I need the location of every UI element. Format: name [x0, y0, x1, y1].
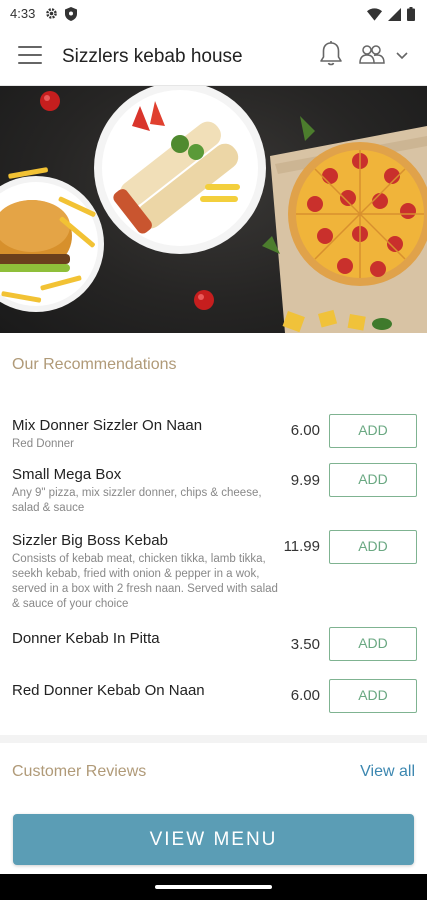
item-price: 6.00: [290, 422, 320, 439]
shield-icon: [65, 7, 77, 26]
wifi-icon: [367, 7, 382, 26]
item-name: Sizzler Big Boss Kebab: [12, 532, 168, 549]
add-button[interactable]: ADD: [329, 679, 417, 713]
recommendations-title: Our Recommendations: [12, 356, 177, 373]
item-price: 11.99: [283, 538, 320, 555]
item-name: Mix Donner Sizzler On Naan: [12, 417, 203, 434]
app-title: Sizzlers kebab house: [62, 46, 243, 67]
add-button[interactable]: ADD: [329, 530, 417, 564]
menu-icon[interactable]: [18, 46, 42, 68]
item-name: Small Mega Box: [12, 466, 122, 483]
users-icon: [358, 43, 386, 70]
hero-food-image: [0, 86, 427, 333]
item-price: 9.99: [290, 472, 320, 489]
battery-icon: [407, 7, 415, 26]
item-description: Any 9" pizza, mix sizzler donner, chips …: [12, 487, 262, 514]
item-name: Red Donner Kebab On Naan: [12, 682, 205, 699]
home-gesture-handle[interactable]: [155, 885, 272, 889]
reviews-title: Customer Reviews: [12, 763, 147, 780]
item-description: Red Donner: [12, 438, 75, 450]
view-menu-button[interactable]: VIEW MENU: [13, 814, 414, 865]
signal-icon: [388, 7, 401, 26]
bell-icon[interactable]: [318, 40, 346, 70]
item-price: 6.00: [290, 687, 320, 704]
item-description: Consists of kebab meat, chicken tikka, l…: [12, 553, 278, 610]
section-divider: [0, 735, 427, 743]
status-bar: 4:33: [0, 0, 427, 30]
add-button[interactable]: ADD: [329, 627, 417, 661]
system-nav-bar: [0, 874, 427, 900]
settings-icon: [45, 7, 58, 26]
item-name: Donner Kebab In Pitta: [12, 630, 160, 647]
user-menu-button[interactable]: [358, 44, 414, 68]
add-button[interactable]: ADD: [329, 463, 417, 497]
chevron-down-icon: [396, 47, 408, 65]
item-price: 3.50: [290, 636, 320, 653]
view-all-link[interactable]: View all: [360, 763, 415, 781]
add-button[interactable]: ADD: [329, 414, 417, 448]
app-bar: Sizzlers kebab house: [0, 30, 427, 86]
status-time: 4:33: [10, 6, 36, 21]
